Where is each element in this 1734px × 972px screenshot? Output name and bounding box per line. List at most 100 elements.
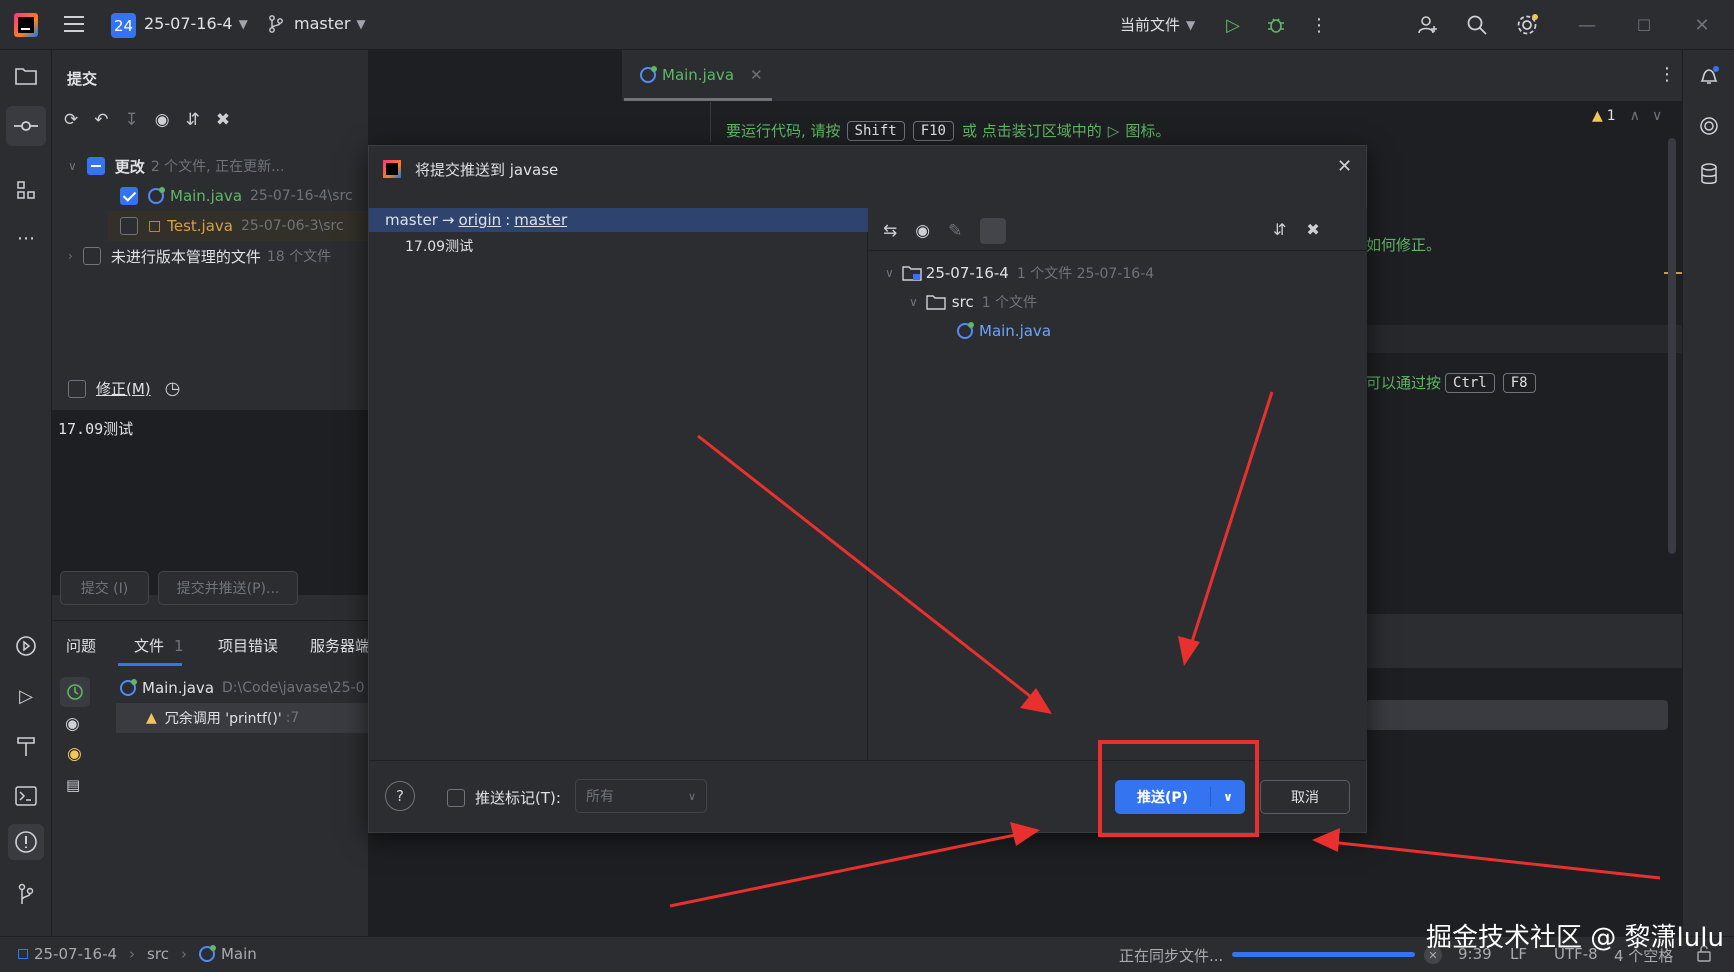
minimize-icon[interactable]: —: [1573, 11, 1601, 39]
file-checkbox[interactable]: [120, 217, 138, 235]
tab-file[interactable]: 文件 1: [134, 635, 184, 656]
run-icon[interactable]: ▷: [1219, 11, 1247, 39]
auto-scan-icon[interactable]: [60, 677, 90, 707]
project-selector[interactable]: 25-07-16-4 ▼: [144, 14, 248, 33]
edit-pencil-icon[interactable]: ✎: [948, 221, 962, 241]
breadcrumb-project[interactable]: 25-07-16-4: [34, 945, 117, 963]
tab-server[interactable]: 服务器端: [310, 635, 368, 656]
tree-file-node[interactable]: Main.java: [957, 317, 1051, 345]
git-tool-icon[interactable]: [12, 880, 40, 908]
tree-folder-node[interactable]: ∨ src 1 个文件: [909, 288, 1037, 316]
collapse-all-icon[interactable]: ✖: [1306, 220, 1319, 239]
run-config-selector[interactable]: 当前文件 ▼: [1120, 14, 1195, 35]
history-clock-icon[interactable]: ◷: [165, 378, 181, 399]
more-tools-icon[interactable]: ⋯: [12, 224, 40, 252]
preview-eye-icon[interactable]: ◉: [65, 714, 80, 734]
add-user-icon[interactable]: [1414, 11, 1442, 39]
notifications-bell-icon[interactable]: [1695, 62, 1723, 90]
changes-group-checkbox[interactable]: [86, 157, 105, 175]
commit-tool-icon[interactable]: [6, 106, 46, 146]
editor-scrollbar[interactable]: [1668, 138, 1676, 554]
remote-name-link[interactable]: origin: [458, 211, 501, 229]
problem-file-row[interactable]: Main.java D:\Code\javase\25-0: [120, 673, 368, 703]
breadcrumb-folder[interactable]: src: [147, 945, 169, 963]
chevron-down-icon[interactable]: ∨: [909, 295, 918, 309]
editor-tab-main[interactable]: Main.java ✕: [640, 66, 763, 84]
push-tags-checkbox[interactable]: [447, 788, 465, 807]
unversioned-group[interactable]: › 未进行版本管理的文件 18 个文件: [68, 241, 331, 271]
close-dialog-icon[interactable]: ✕: [1337, 156, 1352, 177]
remote-branch-link[interactable]: master: [514, 211, 567, 229]
more-options-icon[interactable]: ⋮: [1305, 11, 1333, 39]
help-button[interactable]: ?: [385, 781, 415, 811]
tab-problems[interactable]: 问题: [66, 635, 96, 656]
terminal-icon[interactable]: [12, 782, 40, 810]
unversioned-checkbox[interactable]: [82, 247, 101, 265]
push-button[interactable]: 推送(P) ∨: [1115, 780, 1245, 814]
quick-fix-bulb-icon[interactable]: ◉: [67, 744, 82, 764]
editor-line-fragment: 如何修正。: [1366, 236, 1442, 254]
editor-more-icon[interactable]: ⋮: [1658, 64, 1676, 85]
group-by-icon[interactable]: [980, 218, 1007, 244]
commit-entry[interactable]: 17.09测试: [405, 236, 473, 256]
breadcrumb-class[interactable]: Main: [221, 945, 257, 963]
tags-select[interactable]: 所有 ∨: [575, 779, 707, 813]
project-folder-icon[interactable]: [12, 62, 40, 90]
push-target-row[interactable]: master → origin : master: [369, 208, 868, 232]
commit-and-push-button[interactable]: 提交并推送(P)...: [158, 571, 298, 605]
show-diff-eye-icon[interactable]: ◉: [155, 110, 170, 130]
watermark-text: 掘金技术社区 @ 黎潇lulu: [1426, 923, 1724, 953]
problems-tool-icon[interactable]: [8, 824, 44, 860]
push-tags-option[interactable]: 推送标记(T):: [447, 787, 561, 808]
tree-file-name: Main.java: [979, 322, 1052, 340]
rollback-icon[interactable]: ↶: [94, 110, 108, 130]
run-tool-icon[interactable]: ▷: [12, 682, 40, 710]
maximize-icon[interactable]: ☐: [1630, 11, 1658, 39]
dialog-title-bar: 将提交推送到 javase: [383, 156, 558, 182]
inspection-widget[interactable]: ▲ 1 ∧ ∨: [1592, 108, 1662, 124]
refresh-icon[interactable]: ⟳: [64, 110, 78, 130]
services-icon[interactable]: [12, 632, 40, 660]
chevron-down-icon[interactable]: ∨: [885, 266, 894, 280]
chevron-down-icon[interactable]: ∨: [68, 159, 77, 173]
close-tab-icon[interactable]: ✕: [750, 66, 763, 84]
gutter-divider: [710, 102, 711, 142]
commit-button[interactable]: 提交 (I): [60, 571, 149, 605]
breadcrumb: 25-07-16-4 › src › Main: [18, 945, 257, 963]
next-highlight-icon[interactable]: ∨: [1652, 108, 1662, 124]
commit-message-input[interactable]: 17.09测试: [52, 410, 368, 595]
changes-group[interactable]: ∨ 更改 2 个文件, 正在更新...: [68, 151, 284, 181]
file-checkbox[interactable]: [120, 187, 138, 205]
group-by-icon[interactable]: ▤: [66, 776, 80, 794]
debug-icon[interactable]: [1262, 11, 1290, 39]
tree-root-node[interactable]: ∨ 25-07-16-4 1 个文件 25-07-16-4: [885, 259, 1154, 287]
cancel-button[interactable]: 取消: [1260, 780, 1350, 814]
close-window-icon[interactable]: ✕: [1688, 11, 1716, 39]
tab-project-errors[interactable]: 项目错误: [218, 635, 278, 656]
app-logo-icon[interactable]: [14, 13, 38, 37]
amend-checkbox[interactable]: [68, 379, 86, 398]
compare-arrows-icon[interactable]: ⇆: [883, 221, 897, 241]
project-name: 25-07-16-4: [144, 14, 233, 33]
ai-assistant-icon[interactable]: [1695, 112, 1723, 140]
search-icon[interactable]: [1463, 11, 1491, 39]
change-file-row[interactable]: □ Test.java 25-07-06-3\src: [108, 211, 368, 241]
build-hammer-icon[interactable]: [12, 732, 40, 760]
show-diff-eye-icon[interactable]: ◉: [915, 221, 930, 241]
change-file-row[interactable]: Main.java 25-07-16-4\src: [120, 181, 368, 211]
structure-icon[interactable]: [12, 176, 40, 204]
database-icon[interactable]: [1695, 160, 1723, 188]
previous-highlight-icon[interactable]: ∧: [1630, 108, 1640, 124]
problem-warning-row[interactable]: ▲ 冗余调用 'printf()' :7: [116, 703, 368, 733]
expand-all-icon[interactable]: ⇵: [186, 110, 200, 130]
collapse-all-icon[interactable]: ✖: [216, 110, 230, 130]
chevron-right-icon[interactable]: ›: [68, 249, 73, 263]
expand-all-icon[interactable]: ⇵: [1273, 220, 1286, 239]
project-badge[interactable]: 24: [111, 13, 136, 38]
push-options-chevron-icon[interactable]: ∨: [1211, 790, 1245, 804]
amend-option[interactable]: 修正(M) ◷: [68, 378, 180, 399]
branch-selector[interactable]: master ▼: [268, 14, 366, 33]
shelve-icon[interactable]: ↧: [125, 110, 139, 130]
main-menu-icon[interactable]: [64, 16, 84, 32]
settings-gear-icon[interactable]: [1513, 11, 1541, 39]
